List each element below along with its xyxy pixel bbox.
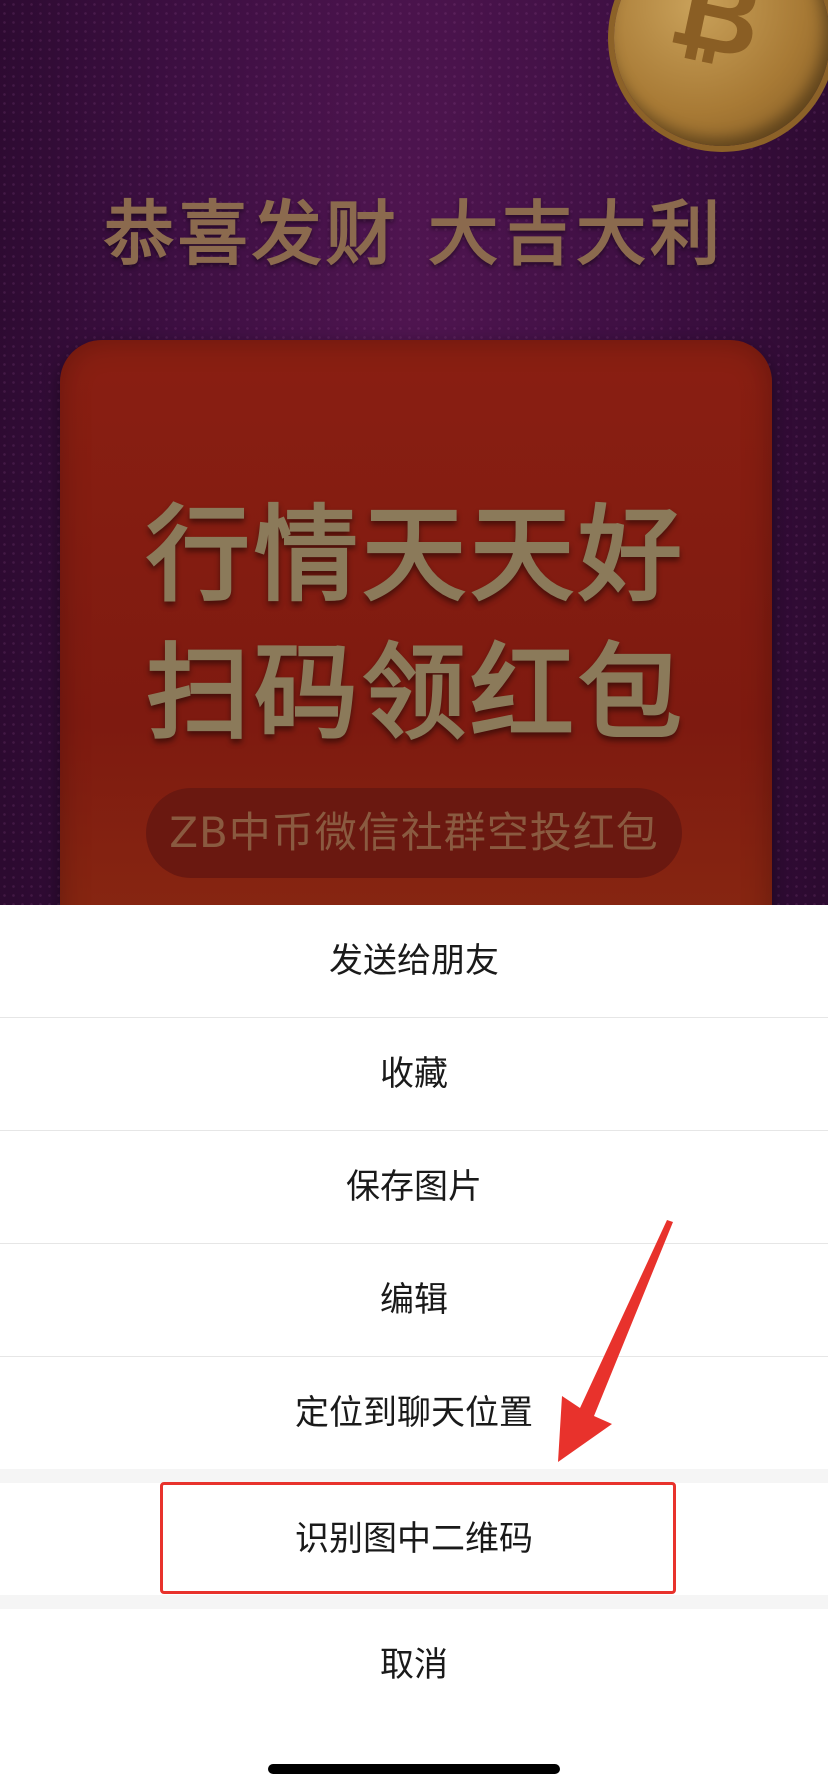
pointer-arrow-icon [558,1220,673,1462]
home-indicator [268,1764,560,1774]
